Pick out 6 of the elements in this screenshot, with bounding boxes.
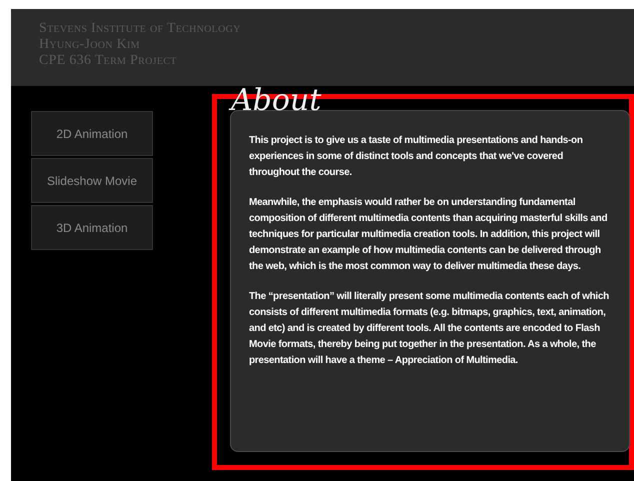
menu-button[interactable]: 2D Animation bbox=[31, 111, 153, 156]
about-paragraph: The “presentation” will literally present some multimedia contents each of which consists of different multimedia formats (e.g. bitmaps, graphics, text, animation, and etc) and is created by different tools. All the contents are encoded to Flash Movie formats, thereby being put together in the presentation. As a whole, the presentation will have a theme – Appreciation of Multimedia. bbox=[249, 290, 610, 368]
about-paragraph: Meanwhile, the emphasis would rather be on understanding fundamental composition of different multimedia contents than acquiring masterful skills and techniques for particular multimedia creation tools. In addition, this project will demonstrate an example of how multimedia contents can be delivered through the web, which is the most common way to deliver multimedia these days. bbox=[249, 196, 608, 274]
menu-button[interactable]: Slideshow Movie bbox=[31, 158, 153, 203]
about-paragraph: This project is to give us a taste of multimedia presentations and hands-on experiences in some of distinct tools and concepts that we've covered throughout the course. bbox=[249, 134, 584, 180]
menu-button[interactable]: 3D Animation bbox=[31, 205, 153, 250]
